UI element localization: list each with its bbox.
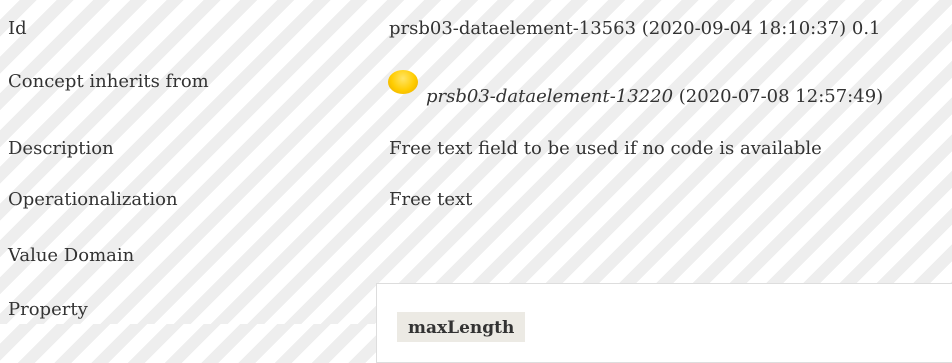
description-label: Description — [8, 138, 114, 159]
value-domain-row: Value Domain — [0, 245, 952, 285]
operationalization-label: Operationalization — [8, 189, 178, 210]
property-label: Property — [8, 299, 88, 320]
description-value: Free text field to be used if no code is… — [389, 138, 822, 159]
concept-inherits-value: prsb03-dataelement-13220 (2020-07-08 12:… — [388, 70, 884, 108]
inherited-concept-link[interactable]: prsb03-dataelement-13220 — [426, 86, 673, 107]
id-label: Id — [8, 18, 27, 39]
description-row: Description Free text field to be used i… — [0, 138, 952, 178]
operationalization-value: Free text — [389, 189, 473, 210]
operationalization-row: Operationalization Free text — [0, 189, 952, 229]
value-domain-label: Value Domain — [8, 245, 135, 266]
id-value: prsb03-dataelement-13563 (2020-09-04 18:… — [389, 18, 881, 39]
property-row: Property — [0, 299, 952, 339]
inherited-concept-date: (2020-07-08 12:57:49) — [678, 86, 884, 107]
concept-inherits-label: Concept inherits from — [8, 71, 209, 92]
id-row: Id prsb03-dataelement-13563 (2020-09-04 … — [0, 18, 952, 58]
status-dot-icon — [388, 70, 418, 94]
concept-inherits-row: Concept inherits from prsb03-dataelement… — [0, 70, 952, 111]
